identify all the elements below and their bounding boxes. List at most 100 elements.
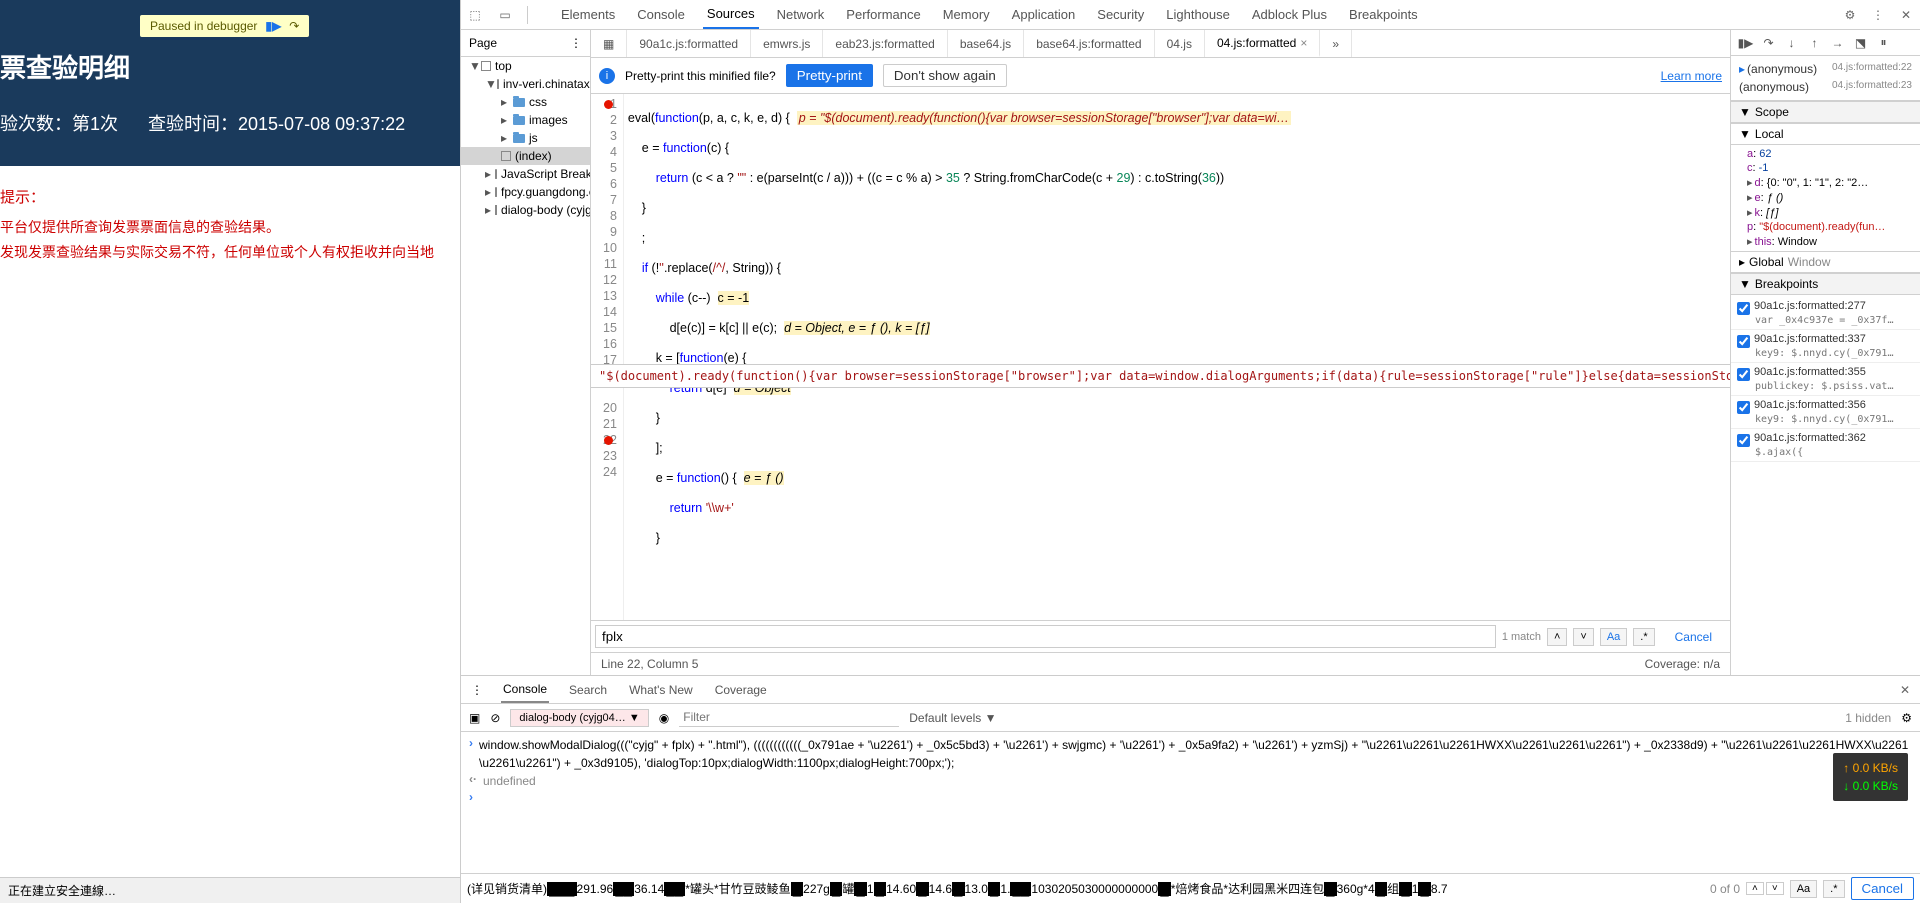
code-editor: ▦ 90a1c.js:formatted emwrs.js eab23.js:f… bbox=[591, 30, 1730, 675]
tab-network[interactable]: Network bbox=[773, 1, 829, 28]
regex-icon[interactable]: .* bbox=[1823, 880, 1844, 898]
search-next-icon[interactable]: ˅ bbox=[1573, 628, 1593, 646]
tab-breakpoints[interactable]: Breakpoints bbox=[1345, 1, 1422, 28]
file-tab-icon[interactable]: ▦ bbox=[591, 30, 627, 57]
log-levels-selector[interactable]: Default levels ▼ bbox=[909, 711, 996, 725]
regex-icon[interactable]: .* bbox=[1633, 628, 1654, 646]
step-over-icon[interactable]: ↷ bbox=[1760, 34, 1777, 51]
coverage-status: Coverage: n/a bbox=[1645, 657, 1720, 671]
tab-elements[interactable]: Elements bbox=[557, 1, 619, 28]
console-sidebar-toggle-icon[interactable]: ▣ bbox=[469, 711, 480, 725]
file-tab-6[interactable]: 04.js:formatted× bbox=[1205, 30, 1320, 57]
code-area[interactable]: 1 234567891011121314151617 2021 22 2324 … bbox=[591, 94, 1730, 620]
local-scope-header[interactable]: ▼Local bbox=[1731, 123, 1920, 145]
tab-console[interactable]: Console bbox=[633, 1, 689, 28]
console-tab-console[interactable]: Console bbox=[501, 677, 549, 703]
match-count: 1 match bbox=[1502, 631, 1541, 643]
sidebar-menu-icon[interactable]: ⋮ bbox=[570, 36, 582, 50]
scope-header[interactable]: ▼Scope bbox=[1731, 101, 1920, 123]
pretty-print-bar: i Pretty-print this minified file? Prett… bbox=[591, 58, 1730, 94]
debugger-paused-badge: Paused in debugger ▮▶ ↷ bbox=[140, 15, 309, 37]
breakpoint-item-1[interactable]: 90a1c.js:formatted:337key9: $.nnyd.cy(_0… bbox=[1731, 330, 1920, 363]
network-speed-badge: 0.0 KB/s 0.0 KB/s bbox=[1833, 753, 1908, 801]
file-tab-overflow[interactable]: » bbox=[1320, 30, 1352, 57]
global-scope-header[interactable]: ▸GlobalWindow bbox=[1731, 251, 1920, 273]
search-cancel-button[interactable]: Cancel bbox=[1661, 628, 1726, 646]
tab-application[interactable]: Application bbox=[1008, 1, 1080, 28]
console-result: undefined bbox=[483, 772, 1912, 790]
context-selector[interactable]: dialog-body (cyjg04… ▼ bbox=[510, 709, 648, 727]
console-search-count: 0 of 0 bbox=[1710, 882, 1740, 896]
callstack-frame-0[interactable]: (anonymous)04.js:formatted:22 bbox=[1731, 60, 1920, 78]
eye-icon[interactable]: ◉ bbox=[659, 711, 669, 725]
console-settings-icon[interactable]: ⚙ bbox=[1901, 711, 1912, 725]
callstack-frame-1[interactable]: (anonymous)04.js:formatted:23 bbox=[1731, 78, 1920, 96]
device-mode-icon[interactable]: ▭ bbox=[497, 7, 513, 23]
console-output-icon: ‹· bbox=[469, 772, 477, 786]
file-tab-1[interactable]: emwrs.js bbox=[751, 30, 823, 57]
tab-performance[interactable]: Performance bbox=[842, 1, 924, 28]
search-prev-icon[interactable]: ˄ bbox=[1547, 628, 1567, 646]
cursor-position: Line 22, Column 5 bbox=[601, 657, 698, 671]
tab-memory[interactable]: Memory bbox=[939, 1, 994, 28]
menu-icon[interactable]: ⋮ bbox=[1870, 7, 1886, 23]
console-close-icon[interactable]: ✕ bbox=[1900, 683, 1910, 697]
console-tab-whatsnew[interactable]: What's New bbox=[627, 678, 695, 702]
code-content[interactable]: eval(function(p, a, c, k, e, d) { p = "$… bbox=[624, 94, 1730, 620]
breakpoint-item-3[interactable]: 90a1c.js:formatted:356key9: $.nnyd.cy(_0… bbox=[1731, 396, 1920, 429]
breakpoint-item-2[interactable]: 90a1c.js:formatted:355publickey: $.psiss… bbox=[1731, 363, 1920, 396]
step-icon[interactable]: → bbox=[1829, 34, 1846, 51]
search-prev-icon[interactable]: ˄ bbox=[1746, 882, 1764, 895]
learn-more-link[interactable]: Learn more bbox=[1661, 69, 1722, 83]
webpage-panel: Paused in debugger ▮▶ ↷ 票查验明细 验次数：第1次 查验… bbox=[0, 0, 460, 903]
console-body[interactable]: › window.showModalDialog((("cyjg" + fplx… bbox=[461, 732, 1920, 873]
tab-security[interactable]: Security bbox=[1093, 1, 1148, 28]
file-tab-0[interactable]: 90a1c.js:formatted bbox=[627, 30, 751, 57]
warning-text-1: 平台仅提供所查询发票票面信息的查验结果。 bbox=[0, 215, 460, 240]
match-case-icon[interactable]: Aa bbox=[1790, 880, 1817, 898]
search-next-icon[interactable]: ˅ bbox=[1766, 882, 1784, 895]
console-search-cancel-button[interactable]: Cancel bbox=[1851, 877, 1915, 900]
pretty-print-button[interactable]: Pretty-print bbox=[786, 64, 873, 87]
browser-status-bar: 正在建立安全連線… bbox=[0, 877, 460, 903]
console-menu-icon[interactable]: ⋮ bbox=[471, 683, 483, 697]
breakpoint-item-0[interactable]: 90a1c.js:formatted:277var _0x4c937e = _0… bbox=[1731, 297, 1920, 330]
inspect-icon[interactable]: ⬚ bbox=[467, 7, 483, 23]
breakpoint-item-4[interactable]: 90a1c.js:formatted:362$.ajax({ bbox=[1731, 429, 1920, 462]
warning-text-2: 发现发票查验结果与实际交易不符，任何单位或个人有权拒收并向当地 bbox=[0, 240, 460, 265]
hidden-count[interactable]: 1 hidden bbox=[1845, 711, 1891, 725]
dont-show-button[interactable]: Don't show again bbox=[883, 64, 1007, 87]
line-gutter[interactable]: 1 234567891011121314151617 2021 22 2324 bbox=[591, 94, 624, 620]
console-filter-input[interactable] bbox=[679, 708, 899, 727]
console-tab-search[interactable]: Search bbox=[567, 678, 609, 702]
debugger-step-icon[interactable]: ↷ bbox=[289, 19, 299, 33]
close-icon[interactable]: ✕ bbox=[1898, 7, 1914, 23]
tab-lighthouse[interactable]: Lighthouse bbox=[1162, 1, 1234, 28]
file-tree[interactable]: ▼ top ▼ inv-veri.chinatax.g… ▸ css ▸ ima… bbox=[461, 57, 590, 675]
console-drawer: ⋮ Console Search What's New Coverage ✕ ▣… bbox=[461, 675, 1920, 903]
devtools-tab-bar: ⬚ ▭ Elements Console Sources Network Per… bbox=[461, 0, 1920, 30]
debugger-resume-icon[interactable]: ▮▶ bbox=[265, 19, 281, 33]
pause-exceptions-icon[interactable]: ⏸ bbox=[1875, 34, 1892, 51]
tab-sources[interactable]: Sources bbox=[703, 0, 759, 29]
step-into-icon[interactable]: ↓ bbox=[1783, 34, 1800, 51]
tab-adblock[interactable]: Adblock Plus bbox=[1248, 1, 1331, 28]
breakpoint-list: 90a1c.js:formatted:277var _0x4c937e = _0… bbox=[1731, 295, 1920, 675]
step-out-icon[interactable]: ↑ bbox=[1806, 34, 1823, 51]
sources-sidebar: Page ⋮ ▼ top ▼ inv-veri.chinatax.g… ▸ cs… bbox=[461, 30, 591, 675]
console-search-input[interactable]: (详见销货清单)███291.96██36.14██*罐头*甘竹豆豉鲮鱼█227… bbox=[467, 880, 1704, 897]
file-tab-5[interactable]: 04.js bbox=[1155, 30, 1205, 57]
console-tab-coverage[interactable]: Coverage bbox=[713, 678, 769, 702]
deactivate-bp-icon[interactable]: ⬔ bbox=[1852, 34, 1869, 51]
console-clear-icon[interactable]: ⊘ bbox=[490, 711, 500, 725]
settings-icon[interactable]: ⚙ bbox=[1842, 7, 1858, 23]
search-input[interactable] bbox=[595, 625, 1496, 648]
file-tab-3[interactable]: base64.js bbox=[948, 30, 1024, 57]
file-tab-2[interactable]: eab23.js:formatted bbox=[823, 30, 947, 57]
console-caret-icon[interactable]: › bbox=[469, 790, 473, 804]
file-tab-4[interactable]: base64.js:formatted bbox=[1024, 30, 1154, 57]
resume-icon[interactable]: ▮▶ bbox=[1737, 34, 1754, 51]
sidebar-page-tab[interactable]: Page bbox=[469, 36, 497, 50]
breakpoints-header[interactable]: ▼Breakpoints bbox=[1731, 273, 1920, 295]
match-case-icon[interactable]: Aa bbox=[1600, 628, 1627, 646]
